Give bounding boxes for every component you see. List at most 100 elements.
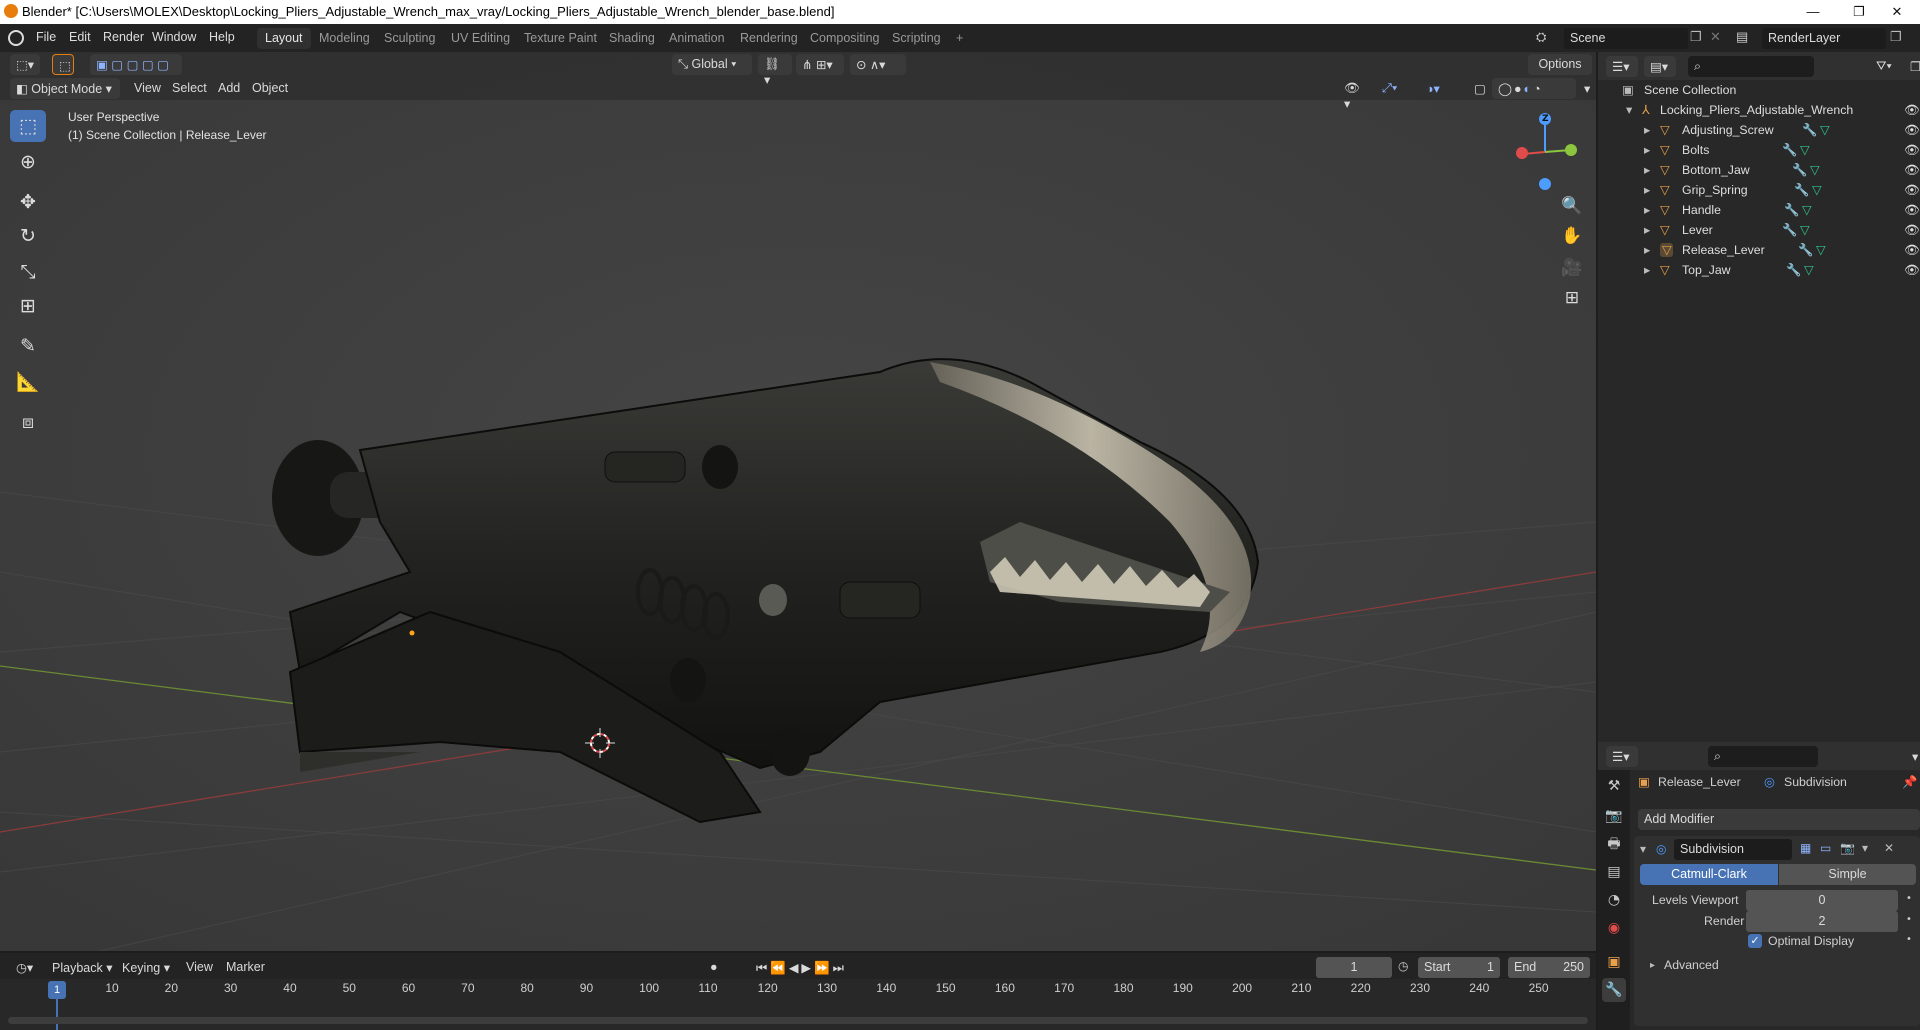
outliner-row-object[interactable]: ▸ ▽ Lever 🔧 ▽ 👁 [1598, 220, 1920, 240]
advanced-subpanel-label[interactable]: Advanced [1664, 958, 1719, 972]
annotate-tool-icon[interactable]: ✎ [10, 330, 46, 362]
outliner-row-collection[interactable]: ▾ ⅄ Locking_Pliers_Adjustable_Wrench 👁 [1598, 100, 1920, 120]
properties-editor-type-icon[interactable]: ☰▾ [1606, 746, 1638, 767]
mesh-data-icon[interactable]: ▽ [1800, 223, 1809, 237]
tab-shading[interactable]: Shading [601, 28, 663, 49]
expand-chevron-icon[interactable]: ▸ [1644, 263, 1650, 277]
outliner-row-object[interactable]: ▸ ▽ Top_Jaw 🔧 ▽ 👁 [1598, 260, 1920, 280]
outliner-row-object[interactable]: ▸ ▽ Bottom_Jaw 🔧 ▽ 👁 [1598, 160, 1920, 180]
pivot-point-icon[interactable]: ⛓▾ [758, 54, 792, 87]
view-layer-field[interactable]: RenderLayer [1762, 28, 1886, 49]
end-frame-field[interactable]: End 250 [1508, 957, 1590, 978]
gizmo-toggle-icon[interactable]: ⤢▾ [1376, 78, 1416, 99]
expand-chevron-icon[interactable]: ▸ [1644, 143, 1650, 157]
animate-property-dot-icon[interactable]: • [1906, 893, 1912, 904]
tab-compositing[interactable]: Compositing [802, 28, 887, 49]
tab-layout[interactable]: Layout [257, 28, 311, 49]
modifier-wrench-icon[interactable]: 🔧 [1784, 203, 1799, 218]
new-collection-icon[interactable]: ❐ [1904, 56, 1920, 77]
add-modifier-button[interactable]: Add Modifier [1638, 809, 1920, 830]
playhead-frame-indicator[interactable]: 1 [48, 981, 66, 999]
mesh-data-icon[interactable]: ▽ [1810, 163, 1819, 177]
timeline-menu-view[interactable]: View [180, 957, 219, 978]
start-frame-field[interactable]: Start 1 [1418, 957, 1500, 978]
camera-view-icon[interactable]: 🎥 [1556, 254, 1588, 282]
add-workspace-button[interactable]: + [948, 28, 971, 49]
levels-viewport-field[interactable]: 0 [1746, 890, 1898, 911]
overlay-toggle-icon[interactable]: ◑▾ [1420, 78, 1460, 99]
visibility-eye-icon[interactable]: 👁 [1904, 263, 1920, 278]
outliner-row-object[interactable]: ▸ ▽ Release_Lever 🔧 ▽ 👁 [1598, 240, 1920, 260]
edit-mode-toggle-icon[interactable]: ▦ [1800, 841, 1811, 855]
outliner-search-input[interactable]: ⌕ [1688, 56, 1814, 77]
menu-window[interactable]: Window [152, 30, 196, 44]
scene-field[interactable]: Scene [1564, 28, 1688, 49]
select-box-tool[interactable]: ⬚ [10, 110, 46, 142]
tab-texture-paint[interactable]: Texture Paint [516, 28, 605, 49]
optimal-display-checkbox[interactable]: ✓ [1748, 934, 1762, 948]
current-frame-field[interactable]: 1 [1316, 957, 1392, 978]
modifier-wrench-icon[interactable]: 🔧 [1802, 123, 1817, 138]
new-view-layer-icon[interactable]: ❐ [1890, 29, 1908, 47]
select-box-tool-icon[interactable]: ⬚ [52, 54, 74, 75]
viewport-menu-object[interactable]: Object [246, 78, 294, 99]
new-scene-icon[interactable]: ❐ [1690, 29, 1708, 47]
collapse-chevron-icon[interactable]: ▾ [1626, 103, 1632, 117]
outliner-editor-type-icon[interactable]: ☰▾ [1606, 56, 1638, 77]
animate-property-dot-icon[interactable]: • [1906, 914, 1912, 925]
editor-type-icon[interactable]: ⬚▾ [10, 54, 40, 75]
remove-scene-icon[interactable]: ✕ [1710, 29, 1724, 47]
visibility-eye-icon[interactable]: 👁 [1904, 143, 1920, 158]
tab-rendering[interactable]: Rendering [732, 28, 806, 49]
visibility-eye-icon[interactable]: 👁 [1904, 103, 1920, 118]
transform-tool-icon[interactable]: ⊞ [10, 290, 46, 322]
menu-edit[interactable]: Edit [69, 30, 91, 44]
visibility-eye-icon[interactable]: 👁 [1904, 183, 1920, 198]
expand-chevron-icon[interactable]: ▸ [1644, 123, 1650, 137]
expand-chevron-icon[interactable]: ▸ [1644, 183, 1650, 197]
outliner-filter-icon[interactable]: ⛛▾ [1870, 56, 1902, 77]
timeline-menu-playback[interactable]: Playback ▾ [46, 957, 118, 978]
visibility-filter-icon[interactable]: 👁▾ [1338, 78, 1372, 111]
timeline-scrollbar[interactable] [8, 1017, 1588, 1024]
display-mode-icon[interactable]: ▤▾ [1644, 56, 1676, 77]
visibility-eye-icon[interactable]: 👁 [1904, 223, 1920, 238]
scene-browse-icon[interactable]: ⛭ [1536, 29, 1558, 47]
blender-menu-icon[interactable] [8, 30, 24, 46]
selection-mode-icons[interactable]: ▣ ▢ ▢ ▢ ▢ [90, 54, 182, 75]
expand-chevron-icon[interactable]: ▸ [1644, 243, 1650, 257]
outliner-row-object[interactable]: ▸ ▽ Grip_Spring 🔧 ▽ 👁 [1598, 180, 1920, 200]
view-layer-tab-icon[interactable]: ▤ [1602, 860, 1626, 884]
tab-sculpting[interactable]: Sculpting [376, 28, 443, 49]
mesh-data-icon[interactable]: ▽ [1804, 263, 1813, 277]
zoom-icon[interactable]: 🔍 [1556, 192, 1588, 220]
options-dropdown[interactable]: Options [1528, 54, 1592, 75]
perspective-toggle-icon[interactable]: ⊞ [1556, 284, 1588, 312]
outliner-row-object[interactable]: ▸ ▽ Bolts 🔧 ▽ 👁 [1598, 140, 1920, 160]
modifier-wrench-icon[interactable]: 🔧 [1794, 183, 1809, 198]
outliner-row-object[interactable]: ▸ ▽ Adjusting_Screw 🔧 ▽ 👁 [1598, 120, 1920, 140]
object-tab-icon[interactable]: ▣ [1602, 950, 1626, 974]
menu-render[interactable]: Render [103, 30, 144, 44]
mesh-data-icon[interactable]: ▽ [1800, 143, 1809, 157]
gizmo-neg-z-axis[interactable] [1539, 178, 1551, 190]
pin-icon[interactable]: 📌 [1902, 775, 1917, 790]
properties-options-icon[interactable]: ▾ [1906, 746, 1920, 767]
timeline-menu-marker[interactable]: Marker [220, 957, 271, 978]
record-keyframe-icon[interactable]: ● [704, 957, 726, 978]
outliner-row-scene-collection[interactable]: ▣ Scene Collection [1598, 80, 1920, 100]
xray-toggle-icon[interactable]: ▢ [1468, 78, 1488, 99]
modifier-menu-icon[interactable]: ▾ [1862, 841, 1868, 855]
properties-search-input[interactable]: ⌕ [1708, 746, 1818, 767]
view-layer-icon[interactable]: ▤ [1736, 29, 1758, 47]
modifier-name-field[interactable]: Subdivision [1674, 839, 1792, 860]
gizmo-x-axis[interactable] [1516, 147, 1528, 159]
modifier-wrench-icon[interactable]: 🔧 [1798, 243, 1813, 258]
menu-file[interactable]: File [36, 30, 56, 44]
timeline-editor-type-icon[interactable]: ◷▾ [10, 957, 40, 978]
modifier-wrench-icon[interactable]: 🔧 [1792, 163, 1807, 178]
render-tab-icon[interactable]: 📷 [1602, 804, 1626, 828]
outliner-row-object[interactable]: ▸ ▽ Handle 🔧 ▽ 👁 [1598, 200, 1920, 220]
viewport-menu-select[interactable]: Select [166, 78, 213, 99]
3d-viewport[interactable]: Z ⬚▾ ⬚ ▣ ▢ ▢ ▢ ▢ ⤡ Global ▾ ⛓▾ ⋔ ⊞▾ ⊙ ∧▾… [0, 52, 1596, 951]
